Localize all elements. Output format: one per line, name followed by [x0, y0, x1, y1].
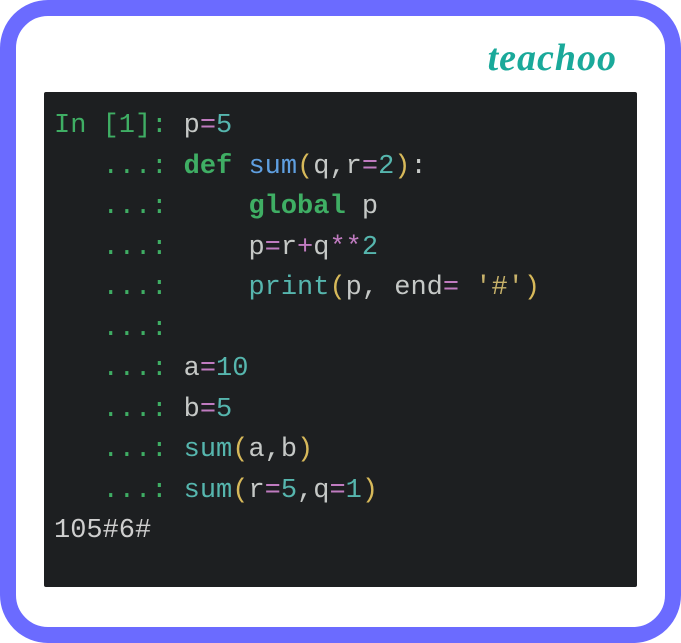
- code-line-8: ...: b=5: [54, 395, 232, 425]
- code-line-1: In [1]: p=5: [54, 111, 232, 141]
- code-line-3: ...: global p: [54, 192, 378, 222]
- code-line-7: ...: a=10: [54, 354, 248, 384]
- brand-logo: teachoo: [44, 36, 637, 80]
- cont-prompt: ...:: [54, 152, 184, 182]
- code-line-10: ...: sum(r=5,q=1): [54, 476, 378, 506]
- code-line-2: ...: def sum(q,r=2):: [54, 152, 427, 182]
- code-line-4: ...: p=r+q**2: [54, 233, 378, 263]
- code-line-blank: ...:: [54, 314, 184, 344]
- code-line-5: ...: print(p, end= '#'): [54, 273, 540, 303]
- ipython-console: In [1]: p=5 ...: def sum(q,r=2): ...: gl…: [44, 92, 637, 587]
- output-line: 105#6#: [54, 516, 151, 546]
- code-line-9: ...: sum(a,b): [54, 435, 313, 465]
- card-frame: teachoo In [1]: p=5 ...: def sum(q,r=2):…: [0, 0, 681, 643]
- in-prompt: In [1]:: [54, 111, 184, 141]
